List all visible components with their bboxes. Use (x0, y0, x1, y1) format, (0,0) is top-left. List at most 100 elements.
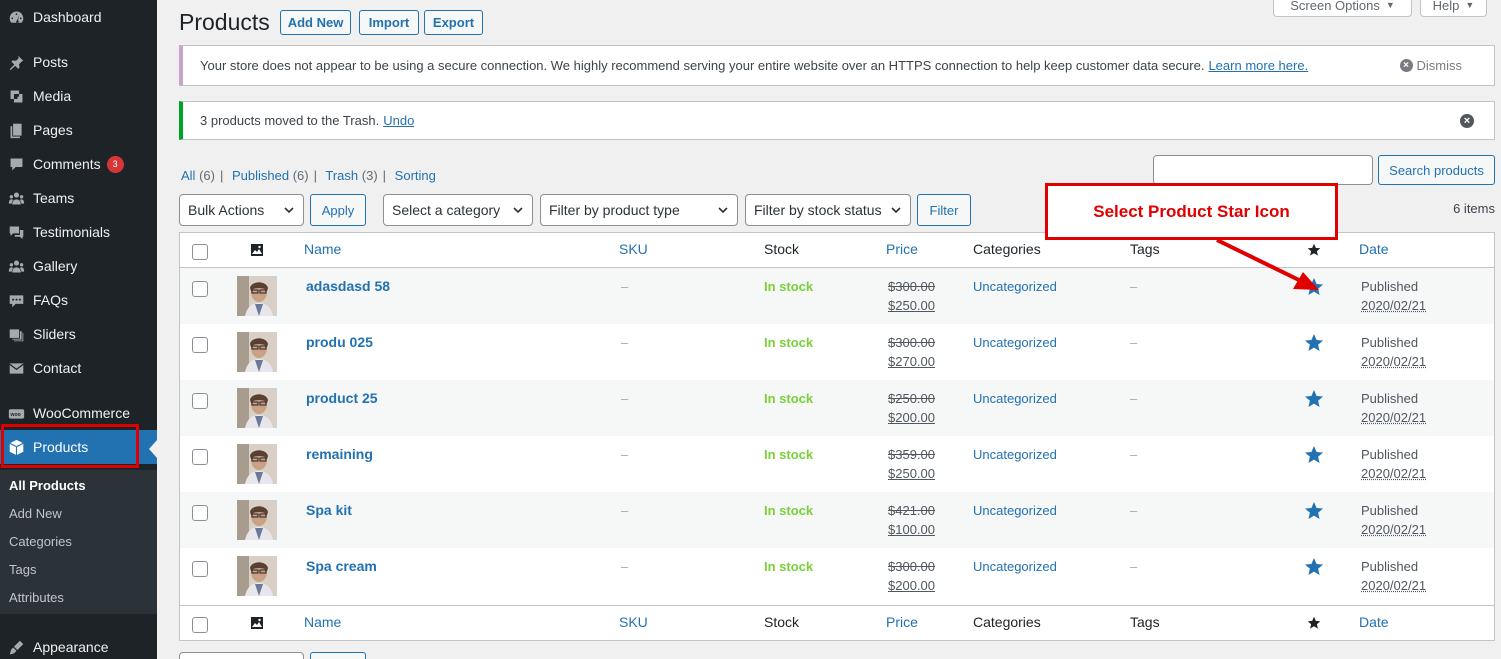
sidebar-item-posts[interactable]: Posts (0, 45, 157, 79)
column-name[interactable]: Name (304, 614, 341, 630)
apply-button[interactable]: Apply (310, 194, 366, 226)
close-icon[interactable]: × (1460, 114, 1474, 128)
product-thumbnail[interactable] (237, 444, 277, 484)
screen-options-tab[interactable]: Screen Options ▼ (1273, 0, 1412, 17)
row-checkbox[interactable] (192, 337, 208, 353)
export-button[interactable]: Export (424, 10, 483, 35)
help-tab[interactable]: Help ▼ (1420, 0, 1487, 17)
sidebar-item-label: Comments (33, 156, 101, 172)
sku-value: – (621, 503, 629, 518)
product-thumbnail[interactable] (237, 388, 277, 428)
stock-status: In stock (764, 279, 814, 294)
product-thumbnail[interactable] (237, 556, 277, 596)
view-sorting-link[interactable]: Sorting (395, 168, 436, 183)
filter-button[interactable]: Filter (917, 194, 971, 226)
column-sku[interactable]: SKU (619, 614, 648, 630)
select-all-checkbox[interactable] (192, 617, 208, 633)
category-link[interactable]: Uncategorized (973, 335, 1057, 350)
featured-star-icon[interactable] (1304, 557, 1324, 577)
sidebar-item-faqs[interactable]: FAQs (0, 283, 157, 317)
submenu-categories[interactable]: Categories (9, 534, 72, 549)
featured-star-icon[interactable] (1304, 501, 1324, 521)
featured-star-icon[interactable] (1304, 389, 1324, 409)
column-sku[interactable]: SKU (619, 241, 648, 257)
undo-link[interactable]: Undo (383, 113, 414, 128)
regular-price: $300.00 (888, 559, 935, 574)
sidebar-item-comments[interactable]: Comments 3 (0, 147, 157, 181)
tags-value: – (1130, 559, 1138, 574)
category-link[interactable]: Uncategorized (973, 391, 1057, 406)
category-link[interactable]: Uncategorized (973, 447, 1057, 462)
sidebar-item-appearance[interactable]: Appearance (0, 630, 157, 659)
sku-value: – (621, 279, 629, 294)
category-link[interactable]: Uncategorized (973, 279, 1057, 294)
chevron-down-icon (718, 207, 728, 214)
column-price[interactable]: Price (886, 241, 918, 257)
tags-value: – (1130, 279, 1138, 294)
product-name-link[interactable]: produ 025 (306, 334, 373, 350)
row-checkbox[interactable] (192, 393, 208, 409)
publish-date: 2020/02/21 (1361, 410, 1427, 425)
featured-star-icon[interactable] (1304, 333, 1324, 353)
category-select[interactable]: Select a category (383, 194, 533, 226)
sale-price: $100.00 (888, 522, 935, 537)
sidebar-item-gallery[interactable]: Gallery (0, 249, 157, 283)
column-price[interactable]: Price (886, 614, 918, 630)
product-thumbnail[interactable] (237, 332, 277, 372)
sidebar-item-teams[interactable]: Teams (0, 181, 157, 215)
bulk-actions-select[interactable]: Bulk Actions (179, 194, 304, 226)
dismiss-button[interactable]: × Dismiss (1399, 58, 1462, 73)
submenu-all-products[interactable]: All Products (9, 478, 86, 493)
submenu-attributes[interactable]: Attributes (9, 590, 64, 605)
view-published-link[interactable]: Published (232, 168, 289, 183)
product-name-link[interactable]: Spa kit (306, 502, 352, 518)
learn-more-link[interactable]: Learn more here. (1208, 58, 1308, 73)
product-name-link[interactable]: adasdasd 58 (306, 278, 390, 294)
sidebar-item-dashboard[interactable]: Dashboard (0, 0, 157, 34)
product-name-link[interactable]: Spa cream (306, 558, 377, 574)
column-date[interactable]: Date (1359, 241, 1389, 257)
column-name[interactable]: Name (304, 241, 341, 257)
sidebar-item-media[interactable]: Media (0, 79, 157, 113)
submenu-tags[interactable]: Tags (9, 562, 36, 577)
select-all-checkbox[interactable] (192, 244, 208, 260)
status-views: All (6) | Published (6) | Trash (3) | Sorti… (181, 168, 436, 183)
sidebar-item-contact[interactable]: Contact (0, 351, 157, 385)
product-name-link[interactable]: remaining (306, 446, 373, 462)
featured-star-icon[interactable] (1307, 616, 1321, 630)
pages-icon (6, 120, 26, 140)
stock-status-select[interactable]: Filter by stock status (745, 194, 911, 226)
sidebar-item-sliders[interactable]: Sliders (0, 317, 157, 351)
category-link[interactable]: Uncategorized (973, 503, 1057, 518)
submenu-add-new[interactable]: Add New (9, 506, 62, 521)
row-checkbox[interactable] (192, 449, 208, 465)
product-thumbnail[interactable] (237, 500, 277, 540)
bulk-actions-select-bottom[interactable] (179, 652, 304, 659)
search-input[interactable] (1153, 155, 1373, 185)
sidebar-item-pages[interactable]: Pages (0, 113, 157, 147)
import-button[interactable]: Import (359, 10, 419, 35)
publish-date: 2020/02/21 (1361, 298, 1427, 313)
row-checkbox[interactable] (192, 281, 208, 297)
column-date[interactable]: Date (1359, 614, 1389, 630)
items-count: 6 items (1453, 201, 1495, 216)
pin-icon (6, 52, 26, 72)
product-name-link[interactable]: product 25 (306, 390, 378, 406)
row-checkbox[interactable] (192, 505, 208, 521)
featured-star-icon[interactable] (1304, 445, 1324, 465)
sidebar-item-testimonials[interactable]: Testimonials (0, 215, 157, 249)
view-trash-link[interactable]: Trash (325, 168, 358, 183)
search-products-button[interactable]: Search products (1378, 155, 1495, 185)
product-type-select[interactable]: Filter by product type (540, 194, 738, 226)
sku-value: – (621, 559, 629, 574)
add-new-button[interactable]: Add New (280, 10, 351, 35)
sale-price: $250.00 (888, 298, 935, 313)
product-thumbnail[interactable] (237, 276, 277, 316)
sale-price: $200.00 (888, 410, 935, 425)
category-link[interactable]: Uncategorized (973, 559, 1057, 574)
post-status: Published (1361, 391, 1419, 406)
row-checkbox[interactable] (192, 561, 208, 577)
view-all-link[interactable]: All (181, 168, 195, 183)
brush-icon (6, 637, 26, 657)
apply-button-bottom[interactable] (310, 652, 366, 659)
